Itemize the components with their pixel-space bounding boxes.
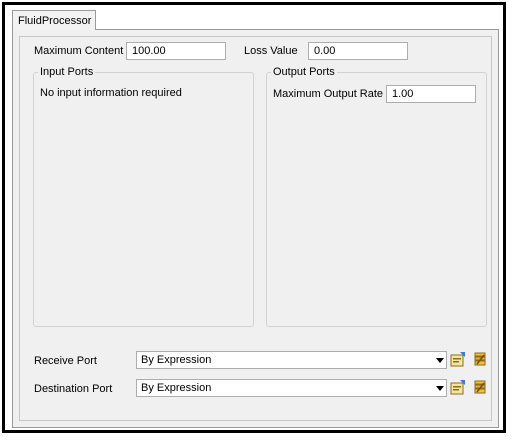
loss-value-input[interactable]: 0.00 xyxy=(308,42,408,60)
input-ports-title: Input Ports xyxy=(38,66,96,78)
properties-icon[interactable] xyxy=(450,379,466,395)
destination-port-label: Destination Port xyxy=(34,383,113,395)
properties-icon[interactable] xyxy=(450,351,466,367)
maximum-content-label: Maximum Content xyxy=(34,45,124,57)
destination-port-select[interactable]: By Expression xyxy=(136,379,447,397)
receive-port-label: Receive Port xyxy=(34,355,97,367)
loss-value-label: Loss Value xyxy=(244,45,298,57)
output-ports-title: Output Ports xyxy=(271,66,337,78)
script-edit-icon[interactable] xyxy=(472,351,488,367)
maximum-output-rate-label: Maximum Output Rate xyxy=(273,88,384,100)
content-area: Maximum Content 100.00 Loss Value 0.00 I… xyxy=(19,36,492,421)
maximum-content-input[interactable]: 100.00 xyxy=(126,42,226,60)
maximum-output-rate-input[interactable]: 1.00 xyxy=(386,85,476,103)
tab-fluidprocessor[interactable]: FluidProcessor xyxy=(12,10,96,30)
input-ports-message: No input information required xyxy=(40,87,182,99)
input-ports-group: Input Ports No input information require… xyxy=(33,66,254,327)
chevron-down-icon[interactable] xyxy=(436,386,444,391)
receive-port-value: By Expression xyxy=(141,354,212,366)
script-edit-icon[interactable] xyxy=(472,379,488,395)
receive-port-select[interactable]: By Expression xyxy=(136,351,447,369)
chevron-down-icon[interactable] xyxy=(436,358,444,363)
destination-port-value: By Expression xyxy=(141,382,212,394)
output-ports-group: Output Ports Maximum Output Rate 1.00 xyxy=(266,66,487,327)
window-frame: FluidProcessor Maximum Content 100.00 Lo… xyxy=(2,2,506,433)
tab-panel: Maximum Content 100.00 Loss Value 0.00 I… xyxy=(12,29,499,428)
